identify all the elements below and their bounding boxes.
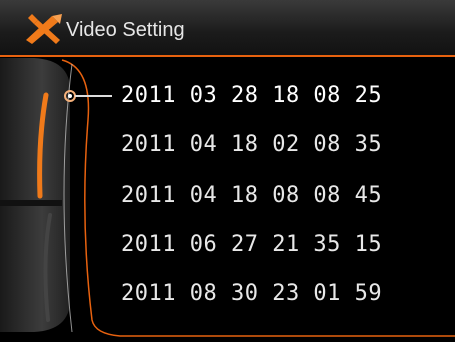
- list-item[interactable]: 2011 03 28 18 08 25: [121, 80, 441, 112]
- list-item[interactable]: 2011 08 30 23 01 59: [121, 278, 441, 310]
- tools-icon: [26, 14, 62, 44]
- list-item[interactable]: 2011 04 18 02 08 35: [121, 129, 441, 161]
- selection-pointer-icon: [64, 90, 112, 102]
- title-bar-divider: [0, 55, 455, 57]
- list-item[interactable]: 2011 04 18 08 08 45: [121, 180, 441, 212]
- page-title: Video Setting: [66, 19, 185, 41]
- list-item[interactable]: 2011 06 27 21 35 15: [121, 229, 441, 261]
- video-setting-screen: Video Setting 2011 03 28 18 08 25 2011 0…: [0, 0, 455, 342]
- scroll-position-indicator: [37, 92, 49, 199]
- scroll-wheel[interactable]: [0, 58, 70, 332]
